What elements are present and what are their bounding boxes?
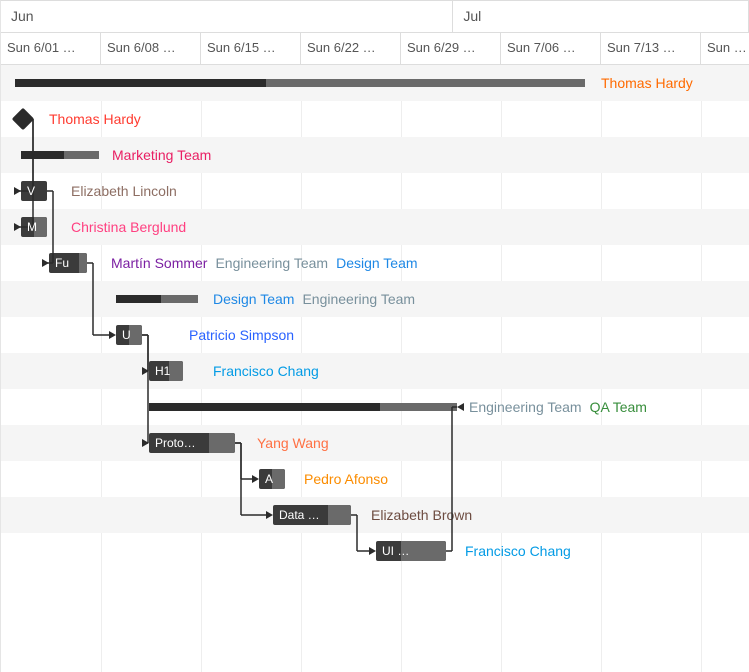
gantt-row: H1 Francisco Chang [1,353,749,389]
summary-bar[interactable] [21,151,99,159]
assignee-label: Martín Sommer [111,255,207,271]
assignee-label: Marketing Team [112,147,211,163]
assignee-list: Engineering Team QA Team [469,397,655,417]
assignee-label: Thomas Hardy [49,111,141,127]
day-cell: Sun 6/01 … [1,33,101,64]
task-bar-label: H1 [155,364,170,378]
assignee-label: Francisco Chang [465,543,571,559]
assignee-list: Elizabeth Lincoln [71,181,185,201]
assignee-label: Francisco Chang [213,363,319,379]
day-cell: Sun 6/08 … [101,33,201,64]
assignee-label: Yang Wang [257,435,329,451]
task-bar[interactable]: Proto… [149,433,235,453]
summary-bar[interactable] [15,79,585,87]
gantt-row: Thomas Hardy [1,101,749,137]
task-bar-label: Fu [55,256,69,270]
day-cell: Sun 7/06 … [501,33,601,64]
assignee-label: QA Team [590,399,647,415]
month-cell: Jul [453,1,749,32]
task-bar-label: Data … [279,508,320,522]
assignee-label: Patricio Simpson [189,327,294,343]
milestone[interactable] [12,108,35,131]
task-bar[interactable]: M [21,217,47,237]
task-bar-label: U [122,328,131,342]
assignee-label: Design Team [213,291,294,307]
gantt-row: UI … Francisco Chang [1,533,749,569]
month-cell: Jun [1,1,453,32]
assignee-label: Engineering Team [215,255,328,271]
gantt-rows: Thomas Hardy Thomas Hardy Marketing Team V E… [1,65,749,569]
gantt-row: V Elizabeth Lincoln [1,173,749,209]
summary-bar[interactable] [116,295,198,303]
day-cell: Sun 6/29 … [401,33,501,64]
assignee-label: Christina Berglund [71,219,186,235]
gantt-row: U Patricio Simpson [1,317,749,353]
assignee-list: Francisco Chang [213,361,327,381]
day-cell: Sun 6/15 … [201,33,301,64]
assignee-list: Elizabeth Brown [371,505,480,525]
task-bar-label: UI … [382,544,409,558]
gantt-row: A Pedro Afonso [1,461,749,497]
gantt-row: Engineering Team QA Team [1,389,749,425]
assignee-label: Engineering Team [302,291,415,307]
task-bar[interactable]: Data … [273,505,351,525]
task-bar[interactable]: H1 [149,361,183,381]
timeline-header-months: JunJul [1,1,749,33]
task-bar-label: M [27,220,37,234]
timeline-area[interactable]: JunJul Sun 6/01 …Sun 6/08 …Sun 6/15 …Sun… [1,1,749,672]
gantt-row: Design Team Engineering Team [1,281,749,317]
assignee-label: Elizabeth Lincoln [71,183,177,199]
task-bar[interactable]: A [259,469,285,489]
summary-bar[interactable] [149,403,457,411]
task-bar-label: V [27,184,35,198]
task-bar-label: Proto… [155,436,196,450]
assignee-label: Elizabeth Brown [371,507,472,523]
task-bar-label: A [265,472,273,486]
assignee-list: Marketing Team [112,145,219,165]
timeline-header-days: Sun 6/01 …Sun 6/08 …Sun 6/15 …Sun 6/22 …… [1,33,749,65]
assignee-label: Engineering Team [469,399,582,415]
gantt-row: M Christina Berglund [1,209,749,245]
gantt-chart: JunJul Sun 6/01 …Sun 6/08 …Sun 6/15 …Sun… [0,0,749,672]
assignee-label: Pedro Afonso [304,471,388,487]
task-bar[interactable]: UI … [376,541,446,561]
assignee-list: Patricio Simpson [189,325,302,345]
assignee-list: Francisco Chang [465,541,579,561]
gantt-row: Proto… Yang Wang [1,425,749,461]
gantt-row: Marketing Team [1,137,749,173]
day-cell: Sun … [701,33,749,64]
assignee-list: Pedro Afonso [304,469,396,489]
assignee-list: Christina Berglund [71,217,194,237]
assignee-label: Thomas Hardy [601,75,693,91]
day-cell: Sun 7/13 … [601,33,701,64]
task-bar[interactable]: Fu [49,253,87,273]
assignee-list: Yang Wang [257,433,337,453]
task-bar[interactable]: U [116,325,142,345]
assignee-list: Thomas Hardy [601,73,701,93]
task-bar[interactable]: V [21,181,47,201]
gantt-row: Data … Elizabeth Brown [1,497,749,533]
day-cell: Sun 6/22 … [301,33,401,64]
assignee-list: Design Team Engineering Team [213,289,423,309]
gantt-row: Thomas Hardy [1,65,749,101]
assignee-label: Design Team [336,255,417,271]
assignee-list: Thomas Hardy [49,109,149,129]
gantt-row: Fu Martín Sommer Engineering Team Design Te… [1,245,749,281]
assignee-list: Martín Sommer Engineering Team Design Team [111,253,426,273]
